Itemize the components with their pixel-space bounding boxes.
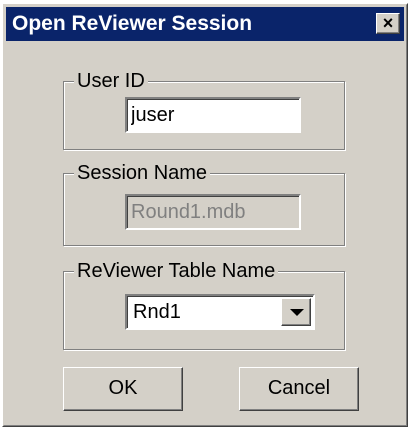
user-id-label: User ID xyxy=(74,70,148,93)
session-name-label: Session Name xyxy=(74,162,211,185)
table-name-select[interactable]: Rnd1 xyxy=(125,294,315,330)
title-bar[interactable]: Open ReViewer Session × xyxy=(6,7,404,41)
dialog-title: Open ReViewer Session xyxy=(12,12,253,35)
ok-button[interactable]: OK xyxy=(63,367,183,411)
close-icon: × xyxy=(382,13,394,33)
session-name-input xyxy=(125,194,301,230)
table-name-selected-value: Rnd1 xyxy=(133,301,181,323)
open-session-dialog: Open ReViewer Session × User ID Session … xyxy=(2,3,408,427)
chevron-down-icon xyxy=(290,309,304,316)
close-button[interactable]: × xyxy=(376,13,400,34)
table-name-label: ReViewer Table Name xyxy=(74,260,279,283)
user-id-input[interactable] xyxy=(125,97,301,133)
dropdown-button[interactable] xyxy=(281,298,311,326)
cancel-button[interactable]: Cancel xyxy=(239,367,359,411)
